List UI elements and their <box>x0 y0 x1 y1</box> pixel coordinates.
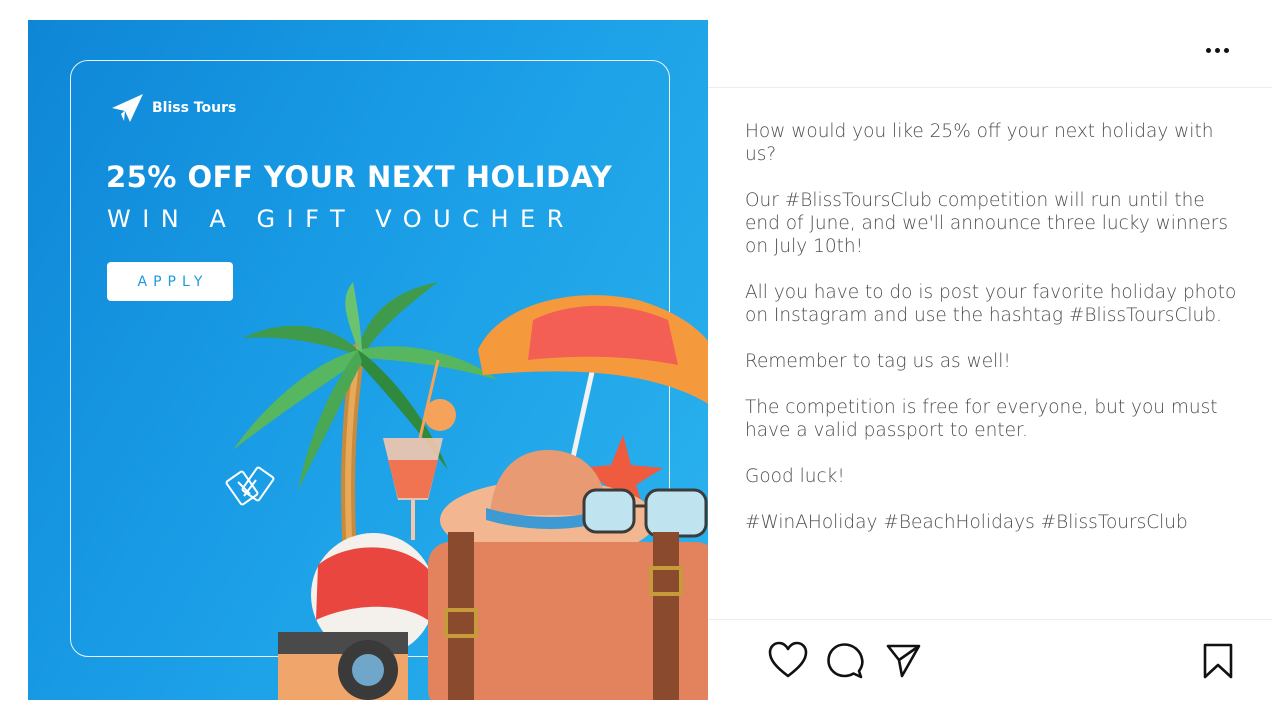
more-horizontal-icon <box>1205 47 1211 53</box>
post-caption: How would you like 25% off your next hol… <box>745 120 1240 557</box>
caption-paragraph: Remember to tag us as well! <box>745 351 1011 372</box>
caption-paragraph: Our #BlissToursClub competition will run… <box>745 190 1229 257</box>
heart-icon[interactable] <box>768 641 808 679</box>
send-icon[interactable] <box>885 643 921 679</box>
post-image: Bliss Tours 25% OFF YOUR NEXT HOLIDAY WI… <box>28 20 708 700</box>
comment-icon[interactable] <box>826 642 864 680</box>
beach-umbrella <box>478 295 708 481</box>
passport-doodle-icon <box>225 466 275 506</box>
caption-paragraph: Good luck! <box>745 466 845 487</box>
caption-paragraph: All you have to do is post your favorite… <box>745 282 1237 326</box>
bookmark-icon[interactable] <box>1202 642 1234 680</box>
camera <box>278 632 408 700</box>
caption-hashtags: #WinAHoliday #BeachHolidays #BlissToursC… <box>745 512 1188 533</box>
caption-paragraph: How would you like 25% off your next hol… <box>745 121 1214 165</box>
suitcase <box>428 532 708 700</box>
header-divider <box>708 87 1272 88</box>
beach-illustration <box>225 282 708 700</box>
actions-divider <box>708 619 1272 620</box>
caption-paragraph: The competition is free for everyone, bu… <box>745 397 1218 441</box>
more-options-button[interactable] <box>1196 36 1238 64</box>
